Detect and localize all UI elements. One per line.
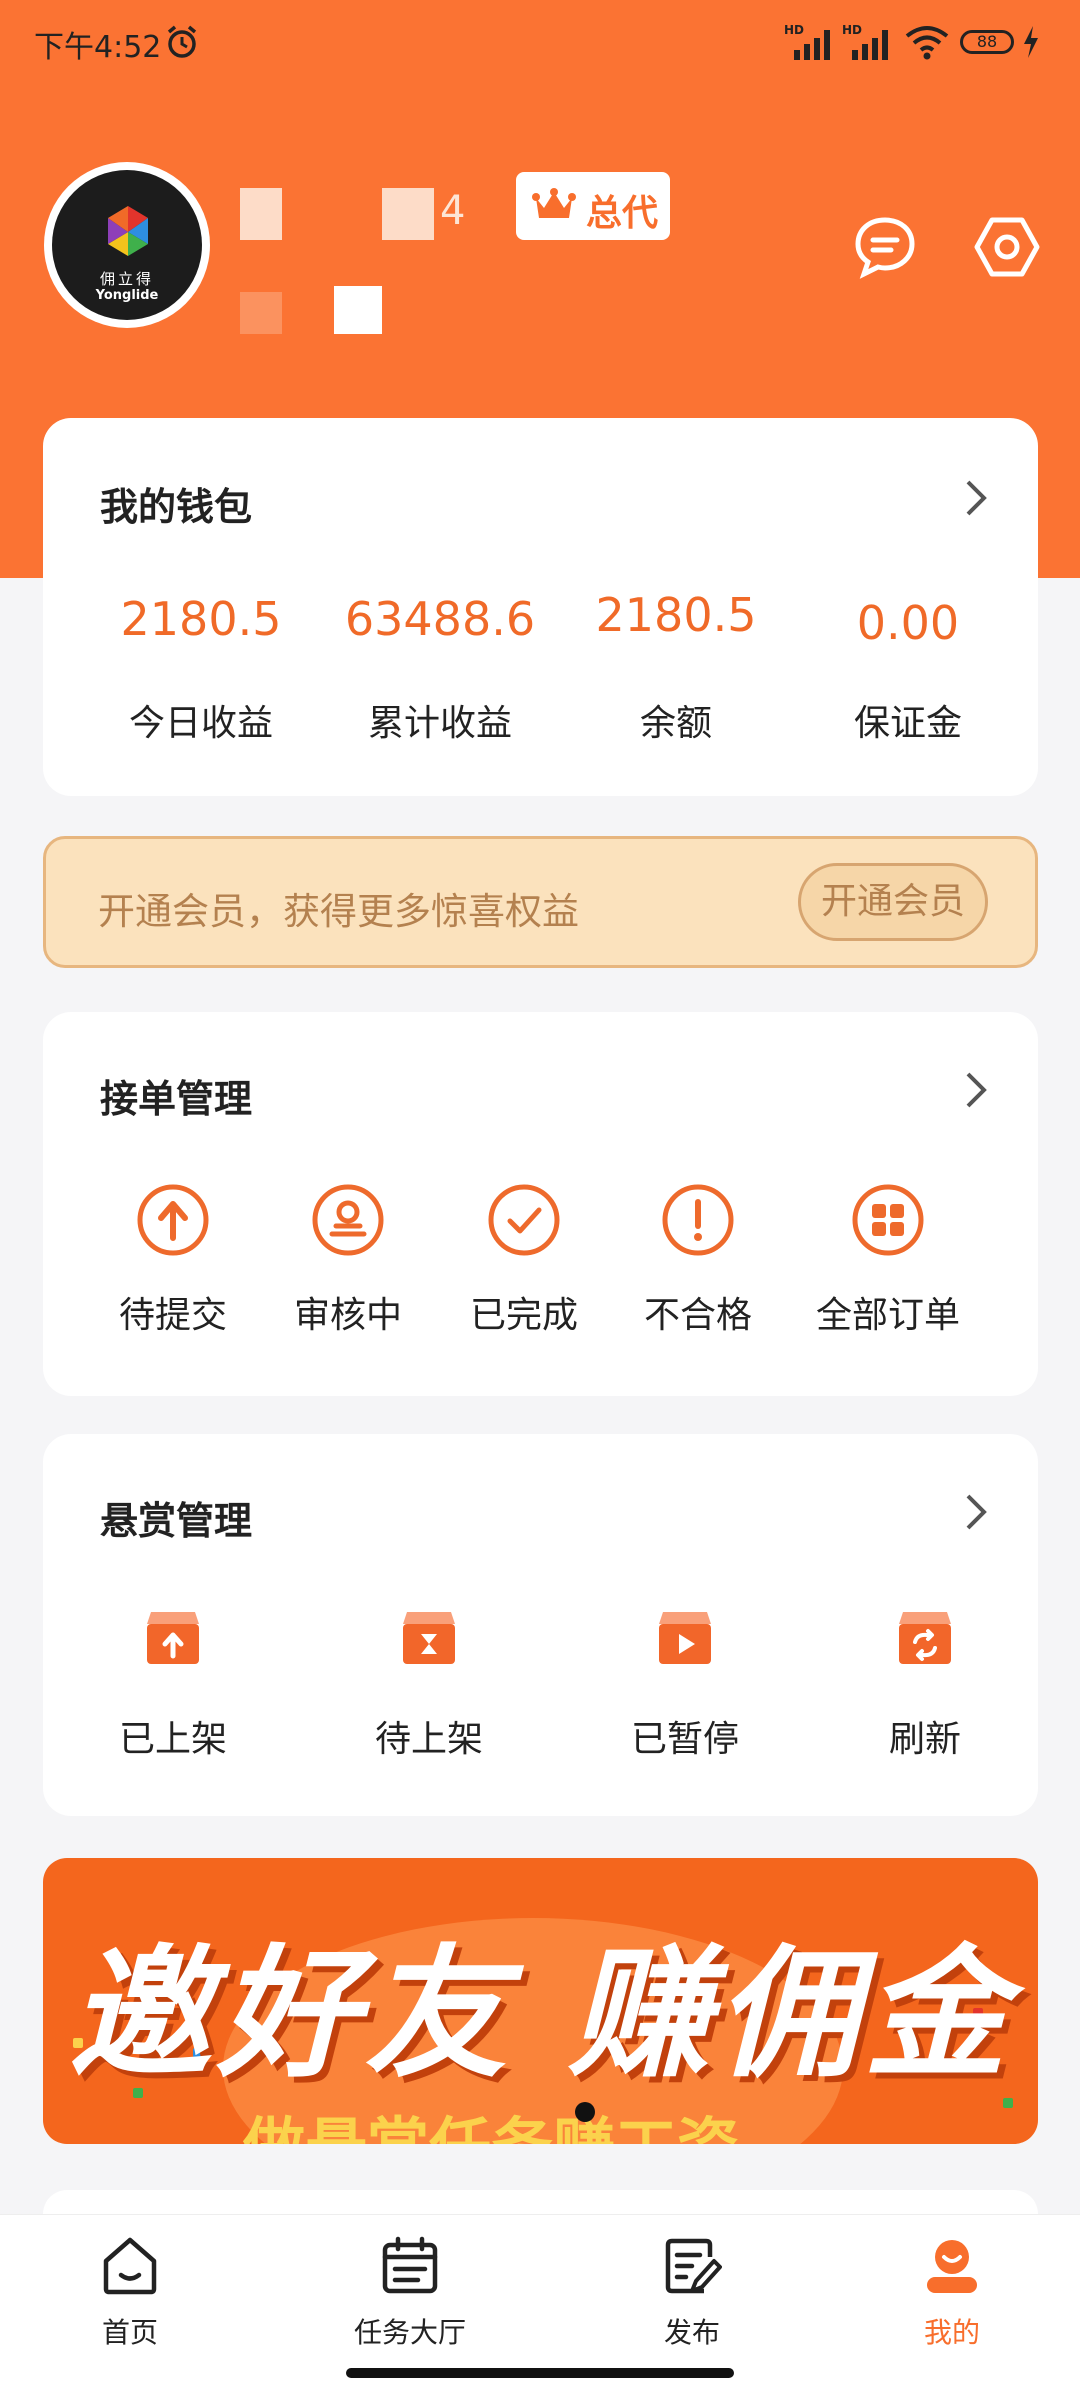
wallet-card[interactable]: 我的钱包 2180.5 63488.6 2180.5 0.00 今日收益 累计收… (43, 418, 1038, 796)
total-earnings-label: 累计收益 (367, 703, 512, 744)
tab-mine-label: 我的 (923, 2316, 980, 2349)
tab-home-label: 首页 (101, 2316, 158, 2349)
grid-icon[interactable] (850, 1182, 926, 1258)
carousel-indicator[interactable] (575, 2102, 595, 2122)
box-play-icon[interactable] (653, 1606, 717, 1670)
pending-submit-label[interactable]: 待提交 (73, 1286, 273, 1338)
battery-indicator: 88 (960, 30, 1014, 54)
bounty-management-title: 悬赏管理 (100, 1499, 253, 1543)
balance-label: 余额 (639, 703, 712, 744)
home-icon (103, 2237, 157, 2295)
user-icon (927, 2240, 977, 2293)
charging-icon (1024, 26, 1038, 58)
all-orders-label[interactable]: 全部订单 (788, 1286, 988, 1338)
today-earnings-label: 今日收益 (128, 703, 273, 744)
role-badge: 总代 (516, 172, 670, 240)
status-time: 下午4:52 (34, 30, 162, 65)
status-bar: 下午4:52 HD HD 88 (0, 0, 1080, 95)
order-management-title: 接单管理 (100, 1077, 253, 1121)
wallet-title: 我的钱包 (100, 485, 253, 529)
invite-friends-banner[interactable]: 邀好友 赚佣金 做悬赏任务赚工资 (43, 1858, 1038, 2144)
edit-note-icon (665, 2238, 722, 2294)
exclamation-circle-icon[interactable] (660, 1182, 736, 1258)
refresh-label[interactable]: 刷新 (825, 1710, 1025, 1762)
message-icon[interactable] (852, 214, 918, 280)
username-redacted (382, 188, 434, 240)
username-redacted (240, 188, 282, 240)
avatar-brand-cn: 佣立得 (99, 270, 154, 288)
crown-icon (532, 188, 576, 218)
box-refresh-icon[interactable] (893, 1606, 957, 1670)
chevron-right-icon[interactable] (964, 1492, 988, 1532)
open-vip-button[interactable]: 开通会员 (798, 863, 988, 941)
pending-listing-label[interactable]: 待上架 (329, 1710, 529, 1762)
banner-title: 邀好友 赚佣金 (68, 1932, 1013, 2097)
wifi-icon (905, 26, 949, 60)
brand-logo-icon (108, 206, 148, 256)
cell-signal-icon: HD (784, 23, 830, 60)
upload-circle-icon[interactable] (135, 1182, 211, 1258)
vip-promo-text: 开通会员，获得更多惊喜权益 (98, 890, 579, 933)
tab-home[interactable]: 首页 (40, 2215, 220, 2375)
box-hourglass-icon[interactable] (397, 1606, 461, 1670)
box-up-icon[interactable] (141, 1606, 205, 1670)
today-earnings-value: 2180.5 (120, 592, 282, 646)
banner-subtitle: 做悬赏任务赚工资 (243, 2096, 883, 2144)
tab-task-hall[interactable]: 任务大厅 (320, 2215, 500, 2375)
deposit-label: 保证金 (853, 703, 962, 744)
svg-text:HD: HD (842, 23, 862, 37)
paused-label[interactable]: 已暂停 (585, 1710, 785, 1762)
tab-mine[interactable]: 我的 (862, 2215, 1042, 2375)
chevron-right-icon[interactable] (964, 1070, 988, 1110)
settings-icon[interactable] (974, 214, 1040, 280)
reviewer-icon[interactable] (310, 1182, 386, 1258)
balance-value: 2180.5 (595, 588, 757, 642)
vip-promo-bar[interactable]: 开通会员，获得更多惊喜权益 开通会员 (43, 836, 1038, 968)
avatar[interactable]: 佣立得 Yonglide (44, 162, 210, 328)
tab-publish-label: 发布 (663, 2316, 720, 2349)
cell-signal-2-icon: HD (842, 23, 888, 60)
calendar-icon (382, 2236, 438, 2294)
tab-task-hall-label: 任务大厅 (353, 2316, 466, 2349)
user-id-redacted (334, 286, 382, 334)
deposit-value: 0.00 (856, 596, 960, 650)
chevron-right-icon[interactable] (964, 478, 988, 518)
tab-publish[interactable]: 发布 (602, 2215, 782, 2375)
avatar-brand-en: Yonglide (95, 288, 159, 303)
total-earnings-value: 63488.6 (344, 592, 536, 646)
home-indicator[interactable] (346, 2368, 734, 2378)
bounty-management-card: 悬赏管理 已上架 待上架 已暂停 刷新 (43, 1434, 1038, 1816)
completed-label[interactable]: 已完成 (424, 1286, 624, 1338)
unqualified-label[interactable]: 不合格 (598, 1286, 798, 1338)
listed-label[interactable]: 已上架 (73, 1710, 273, 1762)
order-management-card: 接单管理 待提交 审核中 已完成 不合格 全部订单 (43, 1012, 1038, 1396)
username-fragment: 4 (440, 188, 466, 234)
svg-text:HD: HD (784, 23, 804, 37)
role-badge-label: 总代 (586, 193, 659, 234)
user-id-redacted (240, 292, 282, 334)
under-review-label[interactable]: 审核中 (248, 1286, 448, 1338)
alarm-icon (167, 25, 197, 58)
check-circle-icon[interactable] (486, 1182, 562, 1258)
